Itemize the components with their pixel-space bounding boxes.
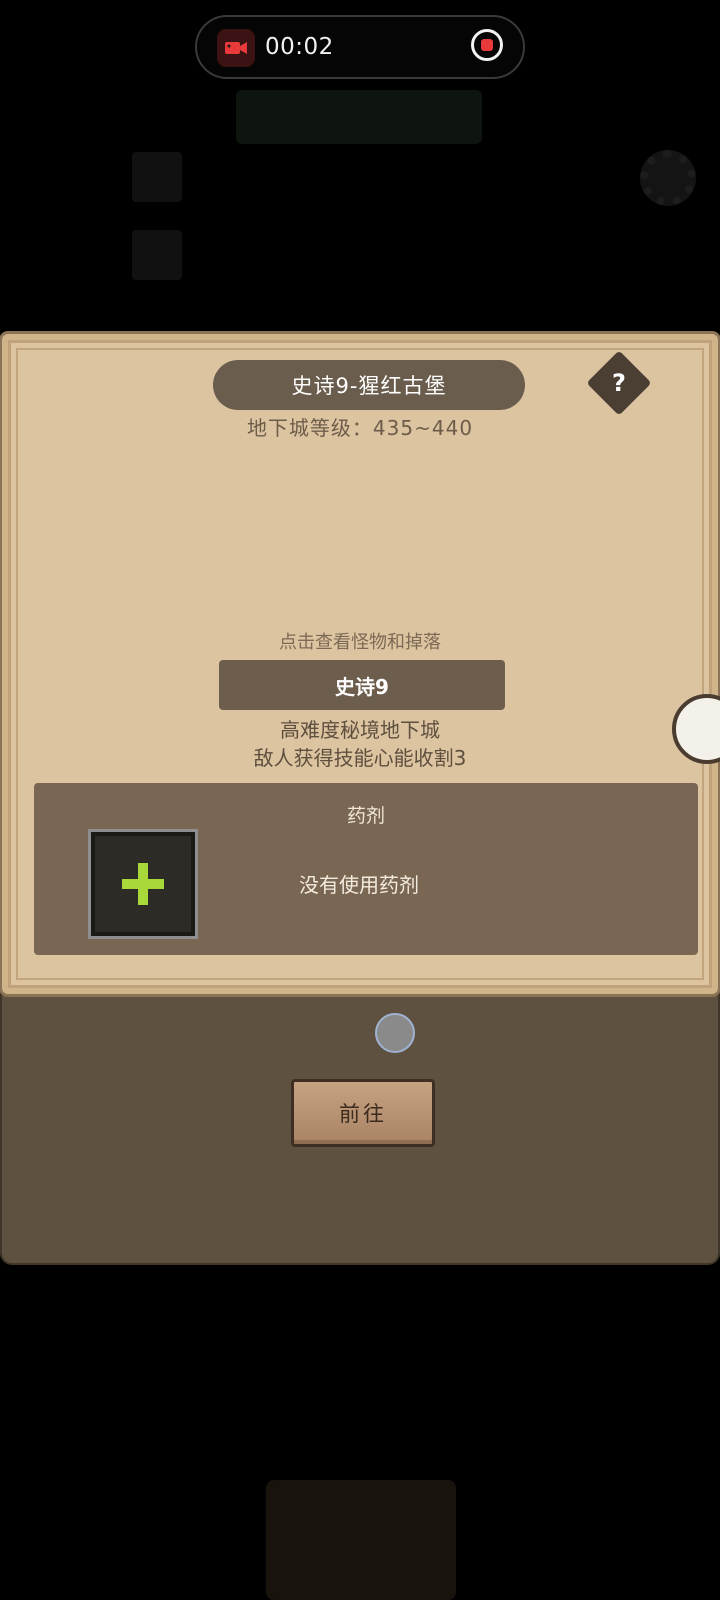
plus-icon [138, 863, 148, 905]
dungeon-title: 史诗9-猩红古堡 [213, 360, 525, 410]
video-camera-icon [217, 29, 255, 67]
help-button[interactable]: ? [586, 350, 652, 416]
difficulty-button[interactable]: 史诗9 [219, 660, 505, 710]
background-thumbnail [132, 152, 182, 202]
stop-recording-button[interactable] [471, 29, 503, 61]
question-mark-icon: ? [612, 369, 626, 397]
dungeon-level: 地下城等级：435~440 [246, 416, 474, 440]
stop-icon [481, 39, 493, 51]
screen-recording-indicator: 00:02 [195, 15, 525, 79]
dungeon-description-line2: 敌人获得技能心能收割3 [253, 746, 467, 770]
potion-status: 没有使用药剂 [299, 873, 419, 897]
page-indicator-dot [375, 1013, 415, 1053]
dungeon-description-line1: 高难度秘境地下城 [280, 718, 440, 742]
recording-timer: 00:02 [265, 34, 334, 60]
add-potion-button[interactable] [88, 829, 198, 939]
background-thumbnail [132, 230, 182, 280]
go-button[interactable]: 前往 [291, 1079, 435, 1147]
potion-title: 药剂 [346, 805, 385, 827]
monster-drop-hint: 点击查看怪物和掉落 [279, 632, 441, 653]
dungeon-dialog: 史诗9-猩红古堡 ? 地下城等级：435~440 点击查看怪物和掉落 史诗9 高… [2, 334, 718, 994]
potion-panel: 药剂 没有使用药剂 [34, 783, 698, 955]
background-top-button [236, 90, 482, 144]
background-gear-icon [640, 150, 696, 206]
background-fight-button [266, 1480, 456, 1600]
